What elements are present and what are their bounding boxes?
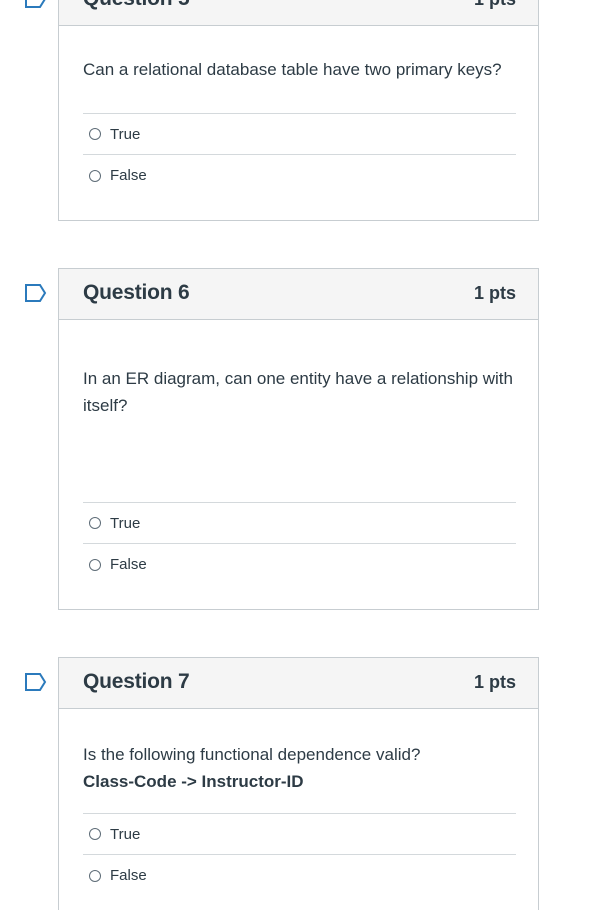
question-card-6: Question 6 1 pts In an ER diagram, can o… (58, 268, 539, 610)
answer-list: True False (83, 813, 516, 896)
quiz-page: Question 5 1 pts Can a relational databa… (0, 0, 605, 910)
flag-question-7-icon[interactable] (25, 673, 47, 691)
answer-label: False (110, 867, 147, 884)
question-points: 1 pts (473, 672, 516, 692)
flag-question-5-icon[interactable] (25, 0, 47, 8)
question-header: Question 5 1 pts (59, 0, 538, 26)
question-title: Question 7 (83, 670, 190, 693)
answer-list: True False (83, 113, 516, 196)
question-text: In an ER diagram, can one entity have a … (83, 369, 513, 415)
radio-unchecked-icon[interactable] (89, 828, 101, 840)
question-card-5: Question 5 1 pts Can a relational databa… (58, 0, 539, 221)
radio-unchecked-icon[interactable] (89, 517, 101, 529)
answer-option-true[interactable]: True (83, 814, 516, 855)
question-points: 1 pts (474, 0, 516, 10)
question-header: Question 6 1 pts (59, 269, 538, 320)
answer-option-false[interactable]: False (83, 544, 516, 585)
radio-unchecked-icon[interactable] (89, 558, 101, 571)
answer-label: True (110, 514, 141, 532)
question-header: Question 7 1 pts (59, 658, 538, 709)
question-card-7: Question 7 1 pts Is the following functi… (58, 657, 539, 910)
question-body: Can a relational database table have two… (59, 26, 538, 196)
answer-option-true[interactable]: True (83, 503, 516, 544)
answer-option-true[interactable]: True (83, 114, 516, 155)
answer-label: True (110, 825, 141, 843)
question-title: Question 5 (83, 0, 190, 11)
question-title: Question 6 (83, 281, 190, 304)
radio-unchecked-icon[interactable] (89, 128, 101, 140)
radio-unchecked-icon[interactable] (89, 869, 101, 882)
question-points: 1 pts (473, 283, 516, 303)
question-code: Class-Code -> Instructor-ID (83, 772, 304, 791)
question-text: Can a relational database table have two… (83, 60, 502, 79)
answer-label: True (110, 125, 141, 143)
answer-option-false[interactable]: False (83, 855, 516, 896)
question-body: In an ER diagram, can one entity have a … (59, 320, 538, 585)
radio-unchecked-icon[interactable] (89, 169, 101, 182)
flag-question-6-icon[interactable] (25, 284, 47, 302)
question-text: Is the following functional dependence v… (83, 745, 421, 764)
answer-option-false[interactable]: False (83, 155, 516, 196)
answer-list: True False (83, 502, 516, 585)
question-body: Is the following functional dependence v… (59, 709, 538, 896)
answer-label: False (110, 556, 147, 573)
answer-label: False (110, 167, 147, 184)
